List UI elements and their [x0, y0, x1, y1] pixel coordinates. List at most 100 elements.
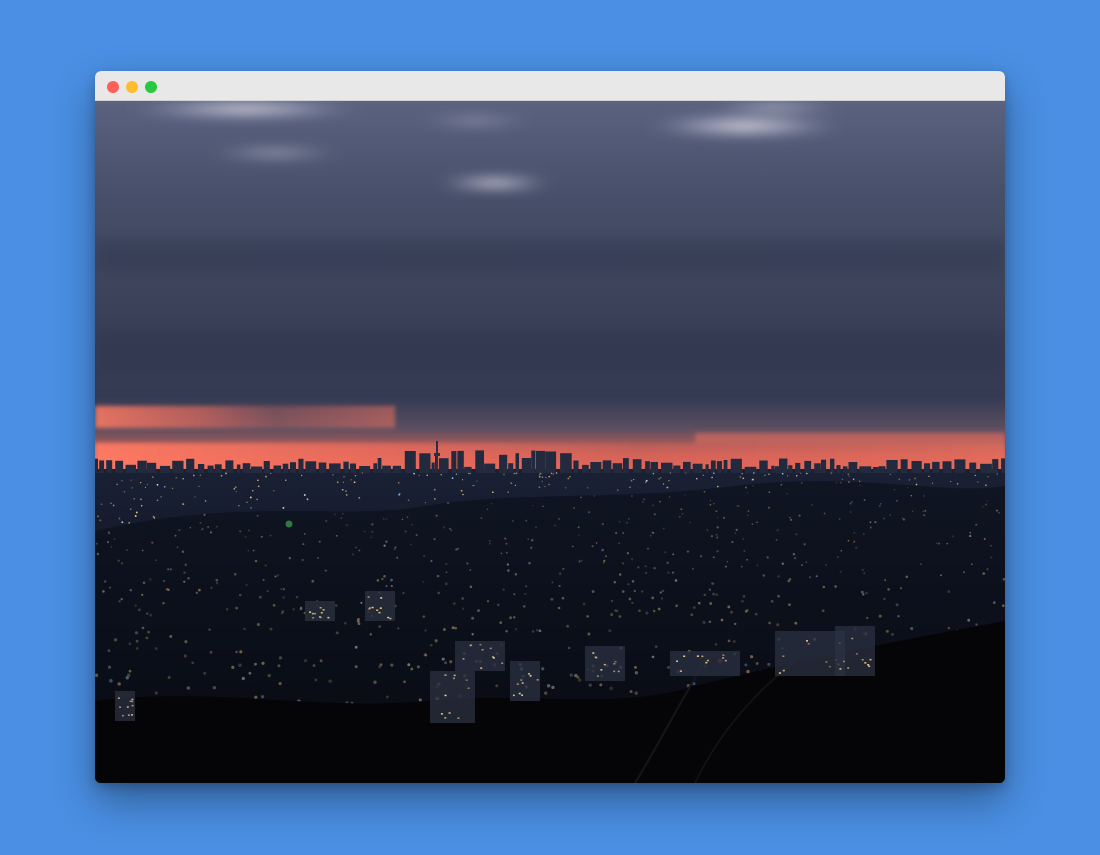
city-light — [265, 475, 267, 477]
building-window-light — [617, 670, 620, 673]
city-light — [741, 472, 743, 475]
skyline-building — [814, 463, 821, 473]
building-window-light — [869, 658, 872, 661]
skyline-building — [878, 466, 886, 473]
skyline-building — [273, 465, 282, 473]
skyline-building — [830, 458, 835, 473]
skyline-building — [535, 450, 546, 473]
building-window-light — [131, 700, 134, 703]
skyline-building — [759, 460, 768, 473]
city-light — [569, 476, 571, 478]
city-light — [652, 472, 655, 475]
skyline-building — [795, 462, 801, 473]
building-window-light — [462, 658, 465, 660]
building-window-light — [679, 670, 682, 672]
city-light — [841, 478, 844, 481]
city-light — [343, 475, 345, 478]
skyline-building — [251, 466, 263, 473]
city-light — [123, 490, 126, 493]
city-light — [282, 506, 285, 509]
city-light — [806, 472, 808, 475]
skyline-building — [214, 464, 222, 473]
city-light — [539, 472, 542, 475]
skyline-building — [236, 464, 241, 473]
maximize-button[interactable] — [145, 81, 157, 93]
city-light — [545, 477, 547, 479]
building-window-light — [131, 714, 133, 716]
building-window-light — [613, 663, 616, 665]
skyline-building — [650, 462, 658, 473]
skyline-building — [590, 462, 602, 473]
city-light — [848, 475, 850, 477]
city-light — [407, 499, 410, 502]
city-light — [418, 474, 420, 477]
city-light — [336, 481, 339, 484]
skyline-building — [932, 461, 940, 473]
building-window-light — [701, 655, 704, 658]
building-window-light — [722, 657, 725, 659]
building-window-light — [127, 714, 130, 716]
skyline-building — [661, 462, 673, 473]
city-light — [300, 474, 303, 477]
skyline-building — [350, 463, 356, 473]
midground-building — [670, 651, 740, 676]
building-window-light — [322, 609, 325, 611]
title-bar[interactable] — [95, 71, 1005, 101]
city-light — [110, 502, 112, 504]
city-light — [133, 498, 135, 500]
building-window-light — [452, 677, 455, 680]
city-light — [462, 493, 464, 496]
city-light — [182, 477, 184, 480]
city-light — [118, 517, 121, 520]
city-light — [786, 475, 789, 477]
city-light — [182, 503, 185, 506]
skyline-building — [623, 458, 629, 473]
building-window-light — [867, 664, 870, 666]
city-light — [713, 472, 715, 475]
city-light — [564, 486, 567, 489]
city-dusk-photo — [95, 101, 1005, 783]
city-light — [361, 472, 363, 474]
building-window-light — [309, 611, 312, 613]
building-window-light — [782, 669, 785, 672]
city-light — [99, 519, 102, 522]
building-window-light — [493, 657, 495, 659]
minimize-button[interactable] — [126, 81, 138, 93]
city-light — [469, 472, 471, 474]
building-window-light — [614, 661, 617, 663]
city-light — [139, 481, 142, 484]
building-window-light — [528, 673, 531, 675]
building-window-light — [453, 674, 456, 677]
building-window-light — [520, 679, 523, 681]
city-light — [950, 480, 952, 482]
skyline-building — [318, 462, 327, 473]
city-light — [492, 491, 494, 494]
building-window-light — [861, 659, 864, 661]
city-light — [629, 486, 631, 488]
building-window-light — [600, 669, 603, 671]
building-window-light — [314, 612, 316, 615]
city-light — [685, 472, 687, 474]
building-window-light — [131, 704, 134, 707]
city-light — [413, 472, 415, 475]
city-light — [752, 478, 754, 481]
building-window-light — [448, 712, 451, 714]
skyline-building — [392, 465, 402, 473]
building-window-light — [126, 706, 129, 708]
city-light — [658, 478, 660, 480]
close-button[interactable] — [107, 81, 119, 93]
skyline-building — [573, 460, 579, 473]
city-light — [306, 498, 309, 501]
city-light — [130, 479, 132, 481]
city-light — [510, 482, 513, 485]
skyline-building — [886, 460, 898, 473]
city-light — [668, 479, 670, 482]
building-window-light — [489, 647, 492, 650]
city-light — [433, 488, 436, 491]
city-light — [273, 490, 275, 492]
building-window-light — [389, 617, 392, 620]
city-light — [898, 478, 901, 481]
skyline-building — [560, 453, 572, 473]
skyline-building — [531, 450, 536, 473]
skyline-building — [515, 453, 519, 473]
